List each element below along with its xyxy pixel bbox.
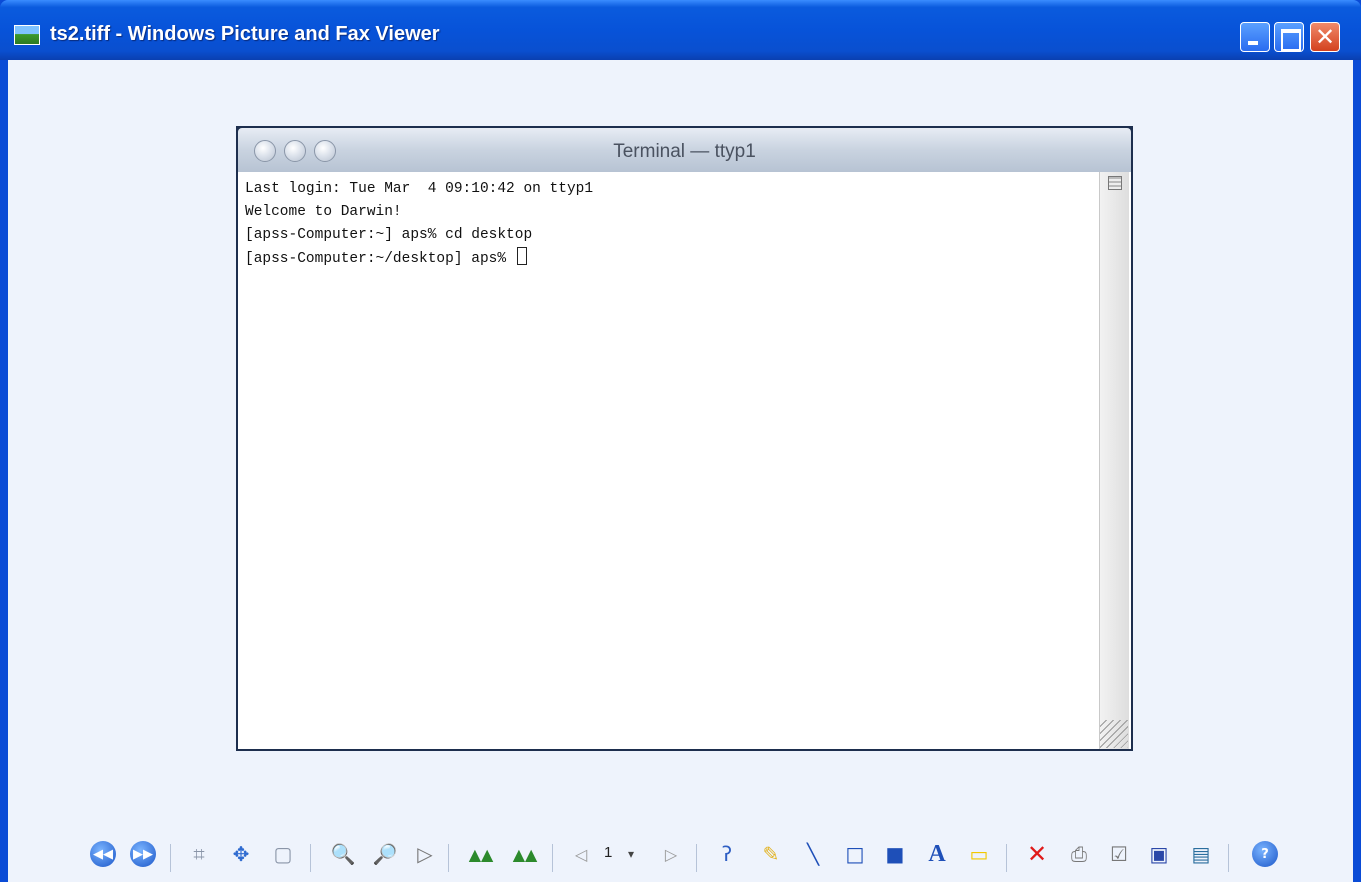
toolbar-separator [170, 844, 171, 872]
terminal-title-bar: Terminal — ttyp1 [238, 128, 1131, 172]
filled-rectangle-icon[interactable]: ■ [880, 836, 910, 872]
text-icon[interactable]: A [922, 836, 952, 872]
toolbar-separator [310, 844, 311, 872]
toolbar-separator [448, 844, 449, 872]
actual-size-icon[interactable]: ✥ [226, 836, 256, 872]
best-fit-icon[interactable]: ⌗ [184, 836, 214, 872]
line-icon[interactable]: ╲ [798, 836, 828, 872]
toolbar-separator [552, 844, 553, 872]
page-number: 1 [604, 844, 613, 861]
freehand-icon[interactable]: ʔ [712, 836, 742, 872]
viewer-toolbar: ◀◀ ▶▶ ⌗ ✥ ▢ 🔍 🔎 ▷ ▲▲ ▲▲ ◁ 1 ▾ ▷ ʔ ✎ ╲ □ … [88, 836, 1288, 876]
copy-to-icon[interactable]: ☑ [1104, 836, 1134, 872]
help-icon[interactable]: ? [1250, 836, 1280, 872]
title-bar[interactable]: ts2.tiff - Windows Picture and Fax Viewe… [0, 0, 1361, 60]
close-icon: ✕ [1314, 23, 1336, 51]
hollow-rectangle-icon[interactable]: □ [840, 836, 870, 872]
close-button[interactable]: ✕ [1310, 22, 1340, 52]
resize-grip-icon [1100, 720, 1128, 748]
terminal-text: Last login: Tue Mar 4 09:10:42 on ttyp1 W… [245, 178, 593, 271]
zoom-in-icon[interactable]: 🔍 [328, 836, 358, 872]
cursor-icon [516, 247, 527, 265]
terminal-line: [apss-Computer:~/desktop] aps% [245, 247, 593, 271]
toolbar-separator [696, 844, 697, 872]
next-page-icon[interactable]: ▷ [656, 836, 686, 872]
picture-viewer-window: ts2.tiff - Windows Picture and Fax Viewe… [0, 0, 1361, 882]
rotate-clockwise-icon[interactable]: ▲▲ [466, 836, 496, 872]
delete-icon[interactable]: ✕ [1022, 836, 1052, 872]
maximize-button[interactable] [1274, 22, 1304, 52]
toolbar-separator [1006, 844, 1007, 872]
window-title: ts2.tiff - Windows Picture and Fax Viewe… [50, 23, 440, 45]
zoom-out-icon[interactable]: 🔎 [370, 836, 400, 872]
slideshow-icon[interactable]: ▢ [268, 836, 298, 872]
terminal-line: Last login: Tue Mar 4 09:10:42 on ttyp1 [245, 181, 594, 197]
note-icon[interactable]: ▭ [964, 836, 994, 872]
scrollbar-split-icon [1108, 176, 1122, 190]
displayed-image: Terminal — ttyp1 Last login: Tue Mar 4 0… [236, 126, 1133, 751]
highlighter-icon[interactable]: ✎ [756, 836, 786, 872]
rotate-counterclockwise-icon[interactable]: ▲▲ [510, 836, 540, 872]
terminal-body: Last login: Tue Mar 4 09:10:42 on ttyp1 W… [238, 172, 1131, 749]
save-icon[interactable]: ▣ [1144, 836, 1174, 872]
edit-icon[interactable]: ▤ [1186, 836, 1216, 872]
terminal-line: Welcome to Darwin! [245, 204, 402, 220]
next-image-icon[interactable]: ▶▶ [128, 836, 158, 872]
terminal-line: [apss-Computer:~] aps% cd desktop [245, 227, 533, 243]
previous-image-icon[interactable]: ◀◀ [88, 836, 118, 872]
terminal-prompt: [apss-Computer:~/desktop] aps% [245, 251, 515, 267]
page-dropdown-icon[interactable]: ▾ [616, 836, 646, 872]
select-icon[interactable]: ▷ [410, 836, 440, 872]
previous-page-icon[interactable]: ◁ [566, 836, 596, 872]
print-icon[interactable]: ⎙ [1064, 836, 1094, 872]
terminal-title: Terminal — ttyp1 [613, 141, 756, 162]
toolbar-separator [1228, 844, 1229, 872]
terminal-scrollbar [1099, 172, 1129, 749]
picture-viewer-icon [14, 25, 40, 45]
minimize-button[interactable] [1240, 22, 1270, 52]
